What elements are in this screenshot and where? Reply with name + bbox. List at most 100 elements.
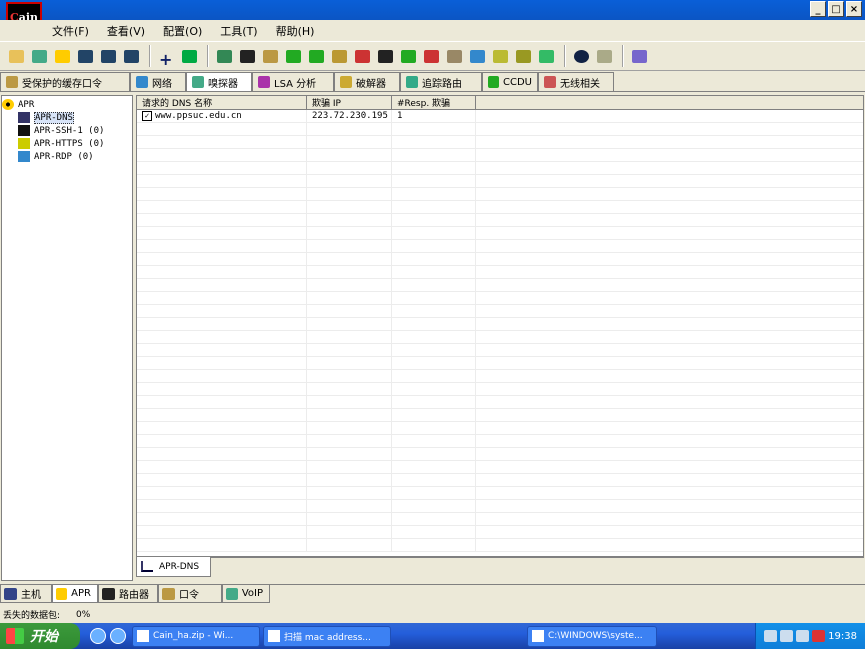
- tab-cracker[interactable]: 破解器: [334, 72, 400, 91]
- column-header-resp-spoof[interactable]: #Resp. 欺骗: [392, 96, 476, 109]
- taskbar-task[interactable]: Cain_ha.zip - Wi...: [132, 625, 260, 647]
- tab-label: 网络: [152, 78, 172, 90]
- tree-item[interactable]: APR-SSH-1 (0): [2, 124, 132, 137]
- taskbar-task[interactable]: 扫描 mac address...: [263, 625, 391, 647]
- tab-globe[interactable]: 网络: [130, 72, 186, 91]
- subtab-label: APR-DNS: [159, 561, 200, 572]
- cell-dns-name: ✓ www.ppsuc.edu.cn: [137, 110, 307, 122]
- column-header-empty: [476, 96, 863, 109]
- start-button[interactable]: 开始: [0, 623, 80, 649]
- tab-ccdu[interactable]: CCDU: [482, 72, 538, 91]
- dns-icon: [18, 112, 30, 123]
- help-icon[interactable]: [594, 46, 615, 67]
- table-row[interactable]: ✓ www.ppsuc.edu.cn 223.72.230.195 1: [137, 110, 863, 123]
- empty-row: [137, 162, 863, 175]
- back-icon[interactable]: [780, 630, 794, 642]
- base64-icon[interactable]: [237, 46, 258, 67]
- bottom-tab-password[interactable]: 口令: [158, 585, 222, 603]
- tab-cache[interactable]: 受保护的缓存口令: [0, 72, 130, 91]
- start-label: 开始: [30, 629, 58, 645]
- key-icon[interactable]: [260, 46, 281, 67]
- tree-item[interactable]: APR-RDP (0): [2, 150, 132, 163]
- taskbar-task[interactable]: C:\WINDOWS\syste...: [527, 625, 657, 647]
- wireless-icon[interactable]: [536, 46, 557, 67]
- bottom-tab-router[interactable]: 路由器: [98, 585, 158, 603]
- plus-icon[interactable]: +: [156, 46, 177, 69]
- task-label: C:\WINDOWS\syste...: [548, 631, 643, 641]
- tree-root-apr[interactable]: APR: [2, 98, 132, 111]
- empty-row: [137, 136, 863, 149]
- empty-row: [137, 487, 863, 500]
- tree-root-label: APR: [18, 99, 35, 110]
- password-icon[interactable]: [375, 46, 396, 67]
- close-button[interactable]: ×: [846, 1, 862, 17]
- radiation-icon[interactable]: [52, 46, 73, 67]
- tree-item[interactable]: APR-DNS: [2, 111, 132, 124]
- windows-flag-icon: [6, 628, 24, 644]
- toolbar-separator: [149, 45, 151, 67]
- network-icon[interactable]: [29, 46, 50, 67]
- lm-icon[interactable]: [283, 46, 304, 67]
- keyboard-icon[interactable]: [764, 630, 778, 642]
- task-app-icon: [268, 630, 280, 642]
- folder-icon[interactable]: [6, 46, 27, 67]
- chall-spoof-ntlm-icon[interactable]: [121, 46, 142, 67]
- recycle-icon[interactable]: [179, 46, 200, 67]
- hash-icon[interactable]: [329, 46, 350, 67]
- bottom-tab-host[interactable]: 主机: [0, 585, 52, 603]
- column-header-spoof-ip[interactable]: 欺骗 IP: [307, 96, 392, 109]
- exit-icon[interactable]: [629, 46, 650, 67]
- tree-item[interactable]: APR-HTTPS (0): [2, 137, 132, 150]
- save-tray-icon[interactable]: [812, 630, 826, 642]
- minimize-button[interactable]: _: [810, 1, 826, 17]
- lock-icon[interactable]: [444, 46, 465, 67]
- restore-button[interactable]: □: [828, 1, 844, 17]
- network-tray-icon[interactable]: [796, 630, 810, 642]
- row-checkbox[interactable]: ✓: [142, 111, 152, 121]
- toolbar-separator: [622, 45, 624, 67]
- traceroute-icon: [406, 76, 418, 88]
- green-card-icon[interactable]: [398, 46, 419, 67]
- web-icon[interactable]: [467, 46, 488, 67]
- rdp-icon[interactable]: [352, 46, 373, 67]
- menu-tools[interactable]: 工具(T): [220, 23, 257, 39]
- globe-icon: [136, 76, 148, 88]
- wireless-icon: [544, 76, 556, 88]
- info-icon[interactable]: [571, 46, 592, 67]
- ntlm-auth-icon[interactable]: [75, 46, 96, 67]
- refresh-icon[interactable]: [214, 46, 235, 67]
- taskbar: 开始 Cain_ha.zip - Wi... 扫描 mac address... C…: [0, 623, 865, 649]
- lsa-icon: [258, 76, 270, 88]
- empty-row: [137, 253, 863, 266]
- empty-row: [137, 383, 863, 396]
- menu-file[interactable]: 文件(F): [52, 23, 89, 39]
- tab-lsa[interactable]: LSA 分析: [252, 72, 334, 91]
- taskbar-task[interactable]: [394, 626, 524, 647]
- bottom-tab-radiation[interactable]: APR: [52, 585, 98, 603]
- tab-wireless[interactable]: 无线相关: [538, 72, 614, 91]
- menu-view[interactable]: 查看(V): [107, 23, 145, 39]
- nt-icon[interactable]: [306, 46, 327, 67]
- ie-alt-icon[interactable]: [110, 628, 126, 644]
- clock-icon[interactable]: [513, 46, 534, 67]
- subtab-apr-dns[interactable]: APR-DNS: [136, 557, 211, 577]
- empty-row: [137, 344, 863, 357]
- column-header-dns-name[interactable]: 请求的 DNS 名称: [137, 96, 307, 109]
- ie-icon[interactable]: [90, 628, 106, 644]
- empty-row: [137, 435, 863, 448]
- toolbar-separator: [564, 45, 566, 67]
- tree-item-label: APR-HTTPS (0): [34, 138, 105, 149]
- cracker-icon: [340, 76, 352, 88]
- menu-config[interactable]: 配置(O): [163, 23, 202, 39]
- ccdu-icon: [488, 76, 500, 88]
- status-bar: 丢失的数据包: 0%: [0, 606, 865, 623]
- ssh-icon: [18, 125, 30, 136]
- tab-traceroute[interactable]: 追踪路由: [400, 72, 482, 91]
- red-card-icon[interactable]: [421, 46, 442, 67]
- bottom-tab-voip[interactable]: VoIP: [222, 585, 270, 603]
- tools-icon[interactable]: [490, 46, 511, 67]
- menu-help[interactable]: 帮助(H): [276, 23, 315, 39]
- chall-spoof-reset-icon[interactable]: [98, 46, 119, 67]
- tab-label: LSA 分析: [274, 78, 317, 90]
- tab-sniffer[interactable]: 嗅探器: [186, 72, 252, 91]
